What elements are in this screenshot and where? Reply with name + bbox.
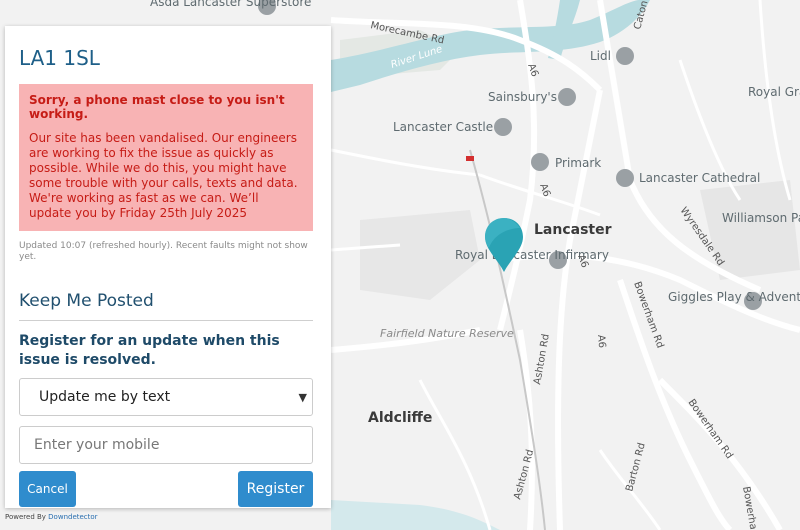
powered-by: Powered By Downdetector <box>5 513 98 521</box>
cancel-button[interactable]: Cancel <box>19 471 76 507</box>
mobile-placeholder: Enter your mobile <box>34 437 160 453</box>
chevron-down-icon: ▼ <box>298 391 307 404</box>
svg-text:Primark: Primark <box>555 156 601 170</box>
svg-text:Williamson Park: Williamson Park <box>722 211 800 225</box>
svg-text:Royal Grammar School War Memor: Royal Grammar School War Memorial... <box>748 85 800 99</box>
mobile-input[interactable]: Enter your mobile <box>19 426 313 464</box>
outage-alert: Sorry, a phone mast close to you isn't w… <box>19 84 313 231</box>
update-method-value: Update me by text <box>39 389 171 405</box>
register-prompt: Register for an update when this issue i… <box>19 333 280 368</box>
svg-text:Giggles Play & Adventure: Giggles Play & Adventure <box>668 290 800 304</box>
svg-text:Aldcliffe: Aldcliffe <box>368 410 432 426</box>
svg-text:Lancaster Cathedral: Lancaster Cathedral <box>639 171 760 185</box>
status-panel: LA1 1SL Sorry, a phone mast close to you… <box>5 26 331 508</box>
location-pin-icon <box>485 218 523 272</box>
svg-text:Lidl: Lidl <box>590 49 611 63</box>
svg-text:Lancaster Castle: Lancaster Castle <box>393 120 493 134</box>
svg-text:Fairfield Nature Reserve: Fairfield Nature Reserve <box>380 327 514 340</box>
register-button[interactable]: Register <box>238 471 313 507</box>
alert-body: Our site has been vandalised. Our engine… <box>29 131 298 220</box>
downdetector-link[interactable]: Downdetector <box>48 513 97 521</box>
svg-text:Asda Lancaster Superstore: Asda Lancaster Superstore <box>150 0 311 9</box>
alert-title: Sorry, a phone mast close to you isn't w… <box>29 93 285 121</box>
svg-text:Sainsbury's: Sainsbury's <box>488 90 557 104</box>
postcode-title: LA1 1SL <box>19 46 100 70</box>
button-row: Cancel Register <box>19 471 313 507</box>
keep-me-posted-heading: Keep Me Posted <box>19 291 313 321</box>
update-method-select[interactable]: Update me by text ▼ <box>19 378 313 416</box>
powered-by-label: Powered By <box>5 513 46 521</box>
updated-note: Updated 10:07 (refreshed hourly). Recent… <box>19 241 308 262</box>
svg-text:A6: A6 <box>595 334 607 348</box>
svg-text:Lancaster: Lancaster <box>534 222 612 238</box>
